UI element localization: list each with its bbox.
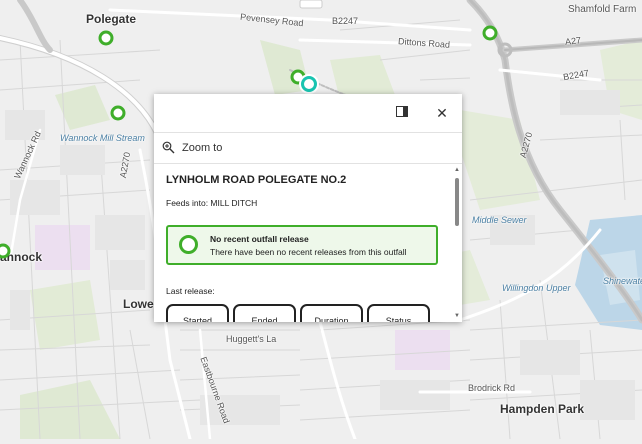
status-description: There have been no recent releases from … bbox=[210, 247, 407, 257]
water-label-middle-sewer: Middle Sewer bbox=[472, 215, 527, 225]
started-button[interactable]: Started bbox=[166, 304, 229, 322]
scroll-down-icon[interactable]: ▼ bbox=[454, 313, 460, 319]
dock-button[interactable] bbox=[389, 101, 415, 125]
scroll-thumb[interactable] bbox=[455, 178, 459, 226]
road-label-brodrick-rd: Brodrick Rd bbox=[468, 383, 516, 393]
popup-content[interactable]: LYNHOLM ROAD POLEGATE NO.2 Feeds into: M… bbox=[154, 164, 462, 322]
feeds-into-text: Feeds into: MILL DITCH bbox=[166, 198, 258, 208]
status-circle-icon bbox=[179, 235, 198, 254]
close-button[interactable]: ✕ bbox=[429, 101, 455, 125]
place-label-shamfold-farm: Shamfold Farm bbox=[568, 4, 637, 15]
ended-button[interactable]: Ended bbox=[233, 304, 296, 322]
water-label-wannock-mill-stream: Wannock Mill Stream bbox=[60, 133, 145, 143]
close-icon: ✕ bbox=[436, 104, 448, 121]
place-label-willingdon-upper: Willingdon Upper bbox=[502, 283, 571, 293]
feature-popup: ✕ Zoom to LYNHOLM ROAD POLEGATE NO.2 Fee… bbox=[154, 94, 462, 322]
duration-button[interactable]: Duration bbox=[300, 304, 363, 322]
scroll-up-icon[interactable]: ▲ bbox=[454, 167, 460, 173]
popup-header: ✕ bbox=[154, 94, 462, 133]
water-label-shinewater: Shinewater bbox=[603, 276, 642, 286]
outfall-marker[interactable] bbox=[110, 105, 126, 121]
zoom-in-icon bbox=[162, 141, 176, 155]
place-label-hampden-park: Hampden Park bbox=[500, 402, 585, 416]
road-label-huggetts-la: Huggett's La bbox=[226, 334, 277, 344]
selected-outfall-marker[interactable] bbox=[301, 76, 317, 92]
zoom-to-label: Zoom to bbox=[182, 142, 223, 154]
dock-panel-icon bbox=[396, 104, 408, 122]
status-button[interactable]: Status bbox=[367, 304, 430, 322]
popup-scrollbar[interactable]: ▲ ▼ bbox=[453, 164, 461, 322]
road-label-b2247-north: B2247 bbox=[332, 16, 359, 26]
release-fields: Started Ended Duration Status bbox=[166, 304, 430, 322]
last-release-label: Last release: bbox=[166, 286, 215, 296]
place-label-polegate: Polegate bbox=[86, 12, 137, 26]
feature-title: LYNHOLM ROAD POLEGATE NO.2 bbox=[166, 174, 347, 186]
road-label-a27: A27 bbox=[564, 35, 582, 47]
outfall-marker[interactable] bbox=[98, 30, 114, 46]
status-panel: No recent outfall release There have bee… bbox=[166, 225, 438, 265]
outfall-marker[interactable] bbox=[482, 25, 498, 41]
zoom-to-button[interactable]: Zoom to bbox=[154, 133, 462, 164]
status-title: No recent outfall release bbox=[210, 234, 309, 244]
